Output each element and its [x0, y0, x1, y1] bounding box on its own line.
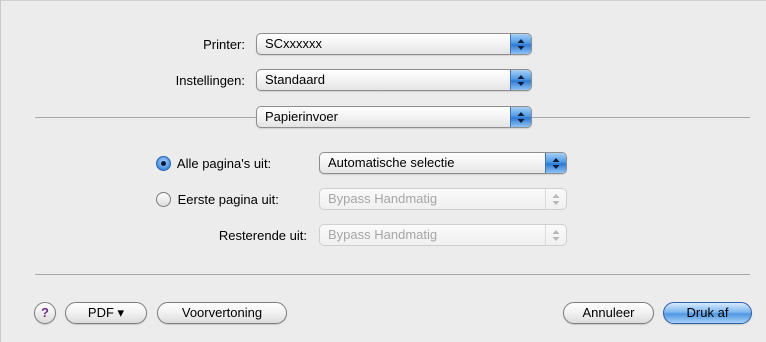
print-dialog: Printer: SCxxxxxx Instellingen: Standaar…: [0, 0, 766, 342]
popup-arrows-icon: [545, 153, 566, 173]
first-page-radio[interactable]: [156, 192, 171, 207]
remaining-popup[interactable]: Bypass Handmatig: [319, 224, 567, 246]
cancel-button[interactable]: Annuleer: [563, 302, 654, 324]
panel-divider-right: [532, 117, 750, 118]
print-button[interactable]: Druk af: [663, 302, 752, 324]
help-button[interactable]: ?: [34, 302, 56, 324]
printer-label: Printer:: [203, 37, 245, 52]
panel-divider-left: [35, 117, 256, 118]
popup-arrows-icon: [545, 225, 566, 245]
all-pages-radio-row[interactable]: Alle pagina's uit:: [156, 156, 271, 171]
remaining-label: Resterende uit:: [218, 228, 307, 243]
all-pages-radio[interactable]: [156, 156, 171, 171]
preview-button[interactable]: Voorvertoning: [157, 302, 287, 324]
first-page-popup[interactable]: Bypass Handmatig: [319, 188, 567, 210]
first-page-radio-row[interactable]: Eerste pagina uit:: [156, 192, 279, 207]
popup-arrows-icon: [510, 34, 531, 54]
panel-popup[interactable]: Papierinvoer: [256, 106, 532, 128]
popup-arrows-icon: [510, 70, 531, 90]
first-page-value: Bypass Handmatig: [328, 191, 438, 206]
popup-arrows-icon: [545, 189, 566, 209]
popup-arrows-icon: [510, 107, 531, 127]
panel-value: Papierinvoer: [265, 109, 338, 124]
footer-divider: [35, 274, 750, 275]
all-pages-popup[interactable]: Automatische selectie: [319, 152, 567, 174]
all-pages-value: Automatische selectie: [328, 155, 455, 170]
all-pages-label: Alle pagina's uit:: [176, 156, 272, 171]
printer-value: SCxxxxxx: [265, 36, 323, 51]
settings-popup[interactable]: Standaard: [256, 69, 532, 91]
settings-value: Standaard: [265, 72, 325, 87]
pdf-button[interactable]: PDF ▾: [65, 302, 147, 324]
settings-label: Instellingen:: [175, 73, 245, 88]
printer-popup[interactable]: SCxxxxxx: [256, 33, 532, 55]
first-page-label: Eerste pagina uit:: [177, 192, 279, 207]
remaining-value: Bypass Handmatig: [328, 227, 438, 242]
